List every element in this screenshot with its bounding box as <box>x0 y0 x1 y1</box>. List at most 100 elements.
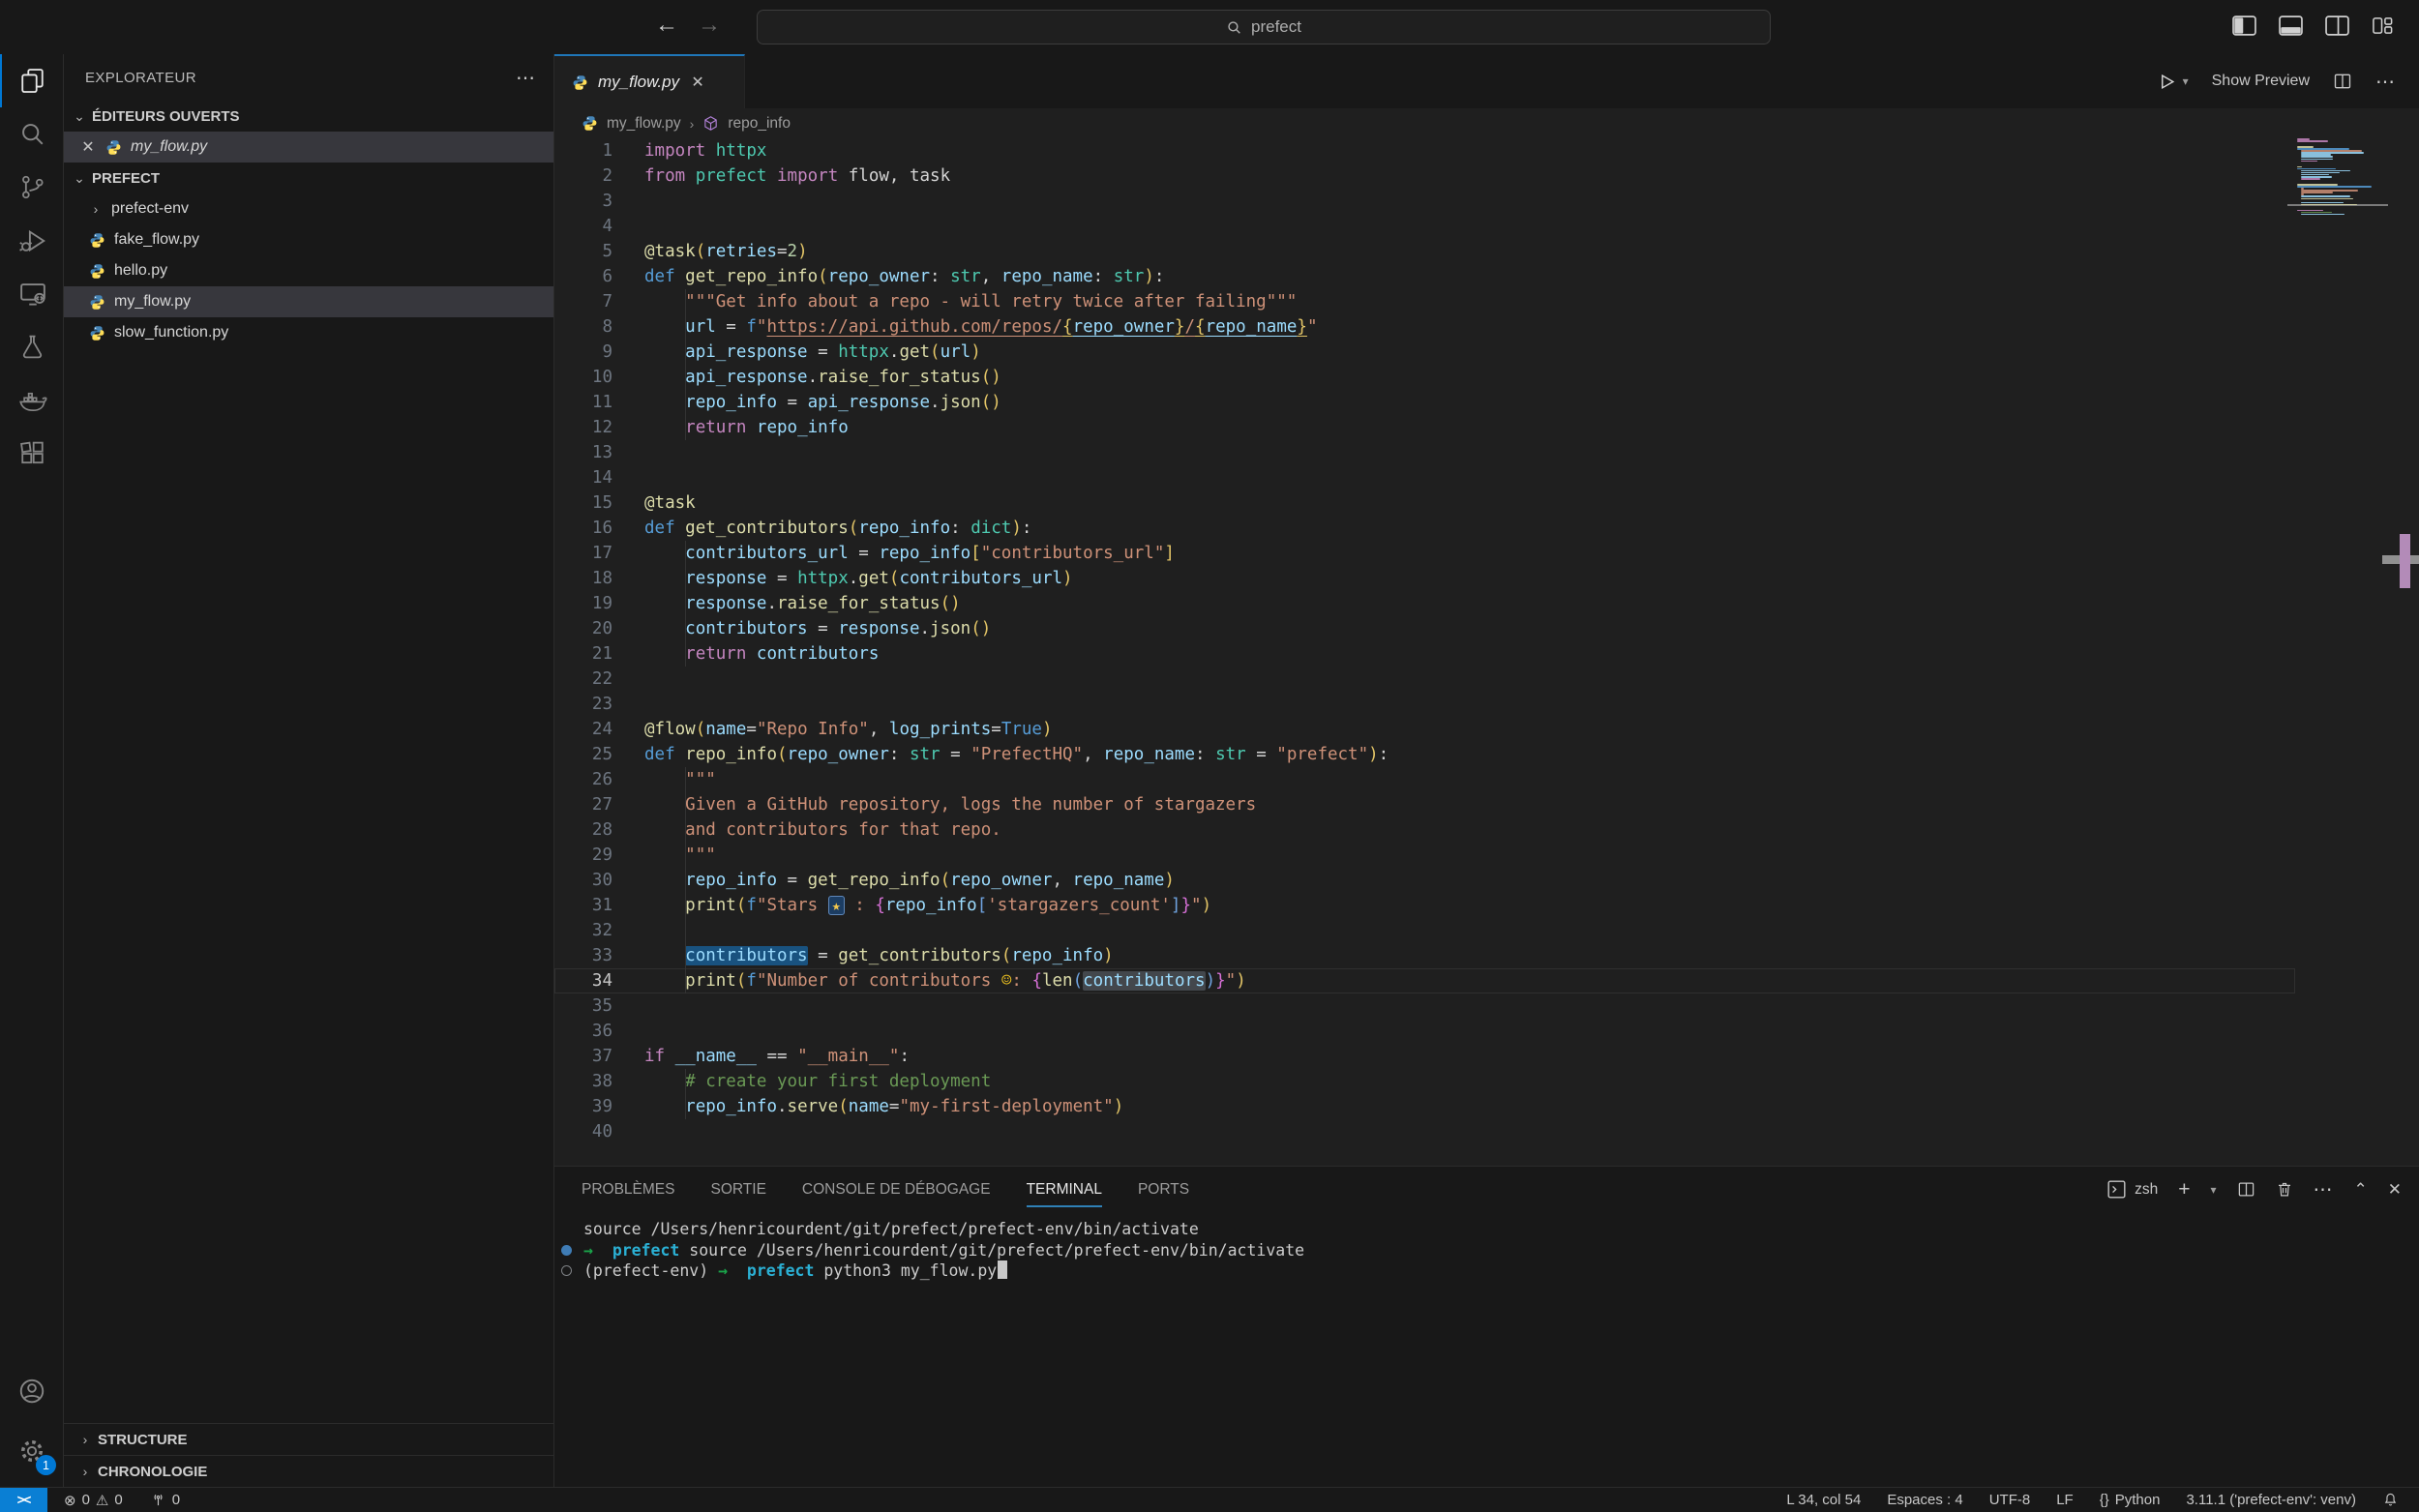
file-row-fake_flow.py[interactable]: fake_flow.py <box>64 224 553 255</box>
split-terminal-icon[interactable] <box>2237 1180 2255 1199</box>
code-line-24[interactable]: 24@flow(name="Repo Info", log_prints=Tru… <box>554 717 2419 742</box>
close-icon[interactable]: ✕ <box>79 137 97 157</box>
editor-more-actions-icon[interactable]: ⋯ <box>2375 70 2396 94</box>
code-line-36[interactable]: 36 <box>554 1019 2419 1044</box>
explorer-more-actions-icon[interactable]: ⋯ <box>516 66 536 90</box>
explorer-icon[interactable] <box>0 54 63 107</box>
breadcrumb[interactable]: my_flow.py › repo_info <box>554 108 2419 138</box>
code-line-14[interactable]: 14 <box>554 465 2419 490</box>
code-line-33[interactable]: 33 contributors = get_contributors(repo_… <box>554 943 2419 968</box>
code-line-35[interactable]: 35 <box>554 993 2419 1019</box>
code-line-28[interactable]: 28 and contributors for that repo. <box>554 817 2419 843</box>
accounts-icon[interactable] <box>0 1361 62 1421</box>
terminal-shell-chip[interactable]: zsh <box>2106 1179 2158 1200</box>
cursor-position[interactable]: L 34, col 54 <box>1779 1488 1867 1512</box>
structure-section[interactable]: › STRUCTURE <box>64 1423 553 1455</box>
timeline-section[interactable]: › CHRONOLOGIE <box>64 1455 553 1487</box>
run-debug-icon[interactable] <box>0 214 63 267</box>
docker-icon[interactable] <box>0 373 63 427</box>
code-line-13[interactable]: 13 <box>554 440 2419 465</box>
source-control-icon[interactable] <box>0 161 63 214</box>
code-line-21[interactable]: 21 return contributors <box>554 641 2419 667</box>
code-line-18[interactable]: 18 response = httpx.get(contributors_url… <box>554 566 2419 591</box>
minimap[interactable] <box>2297 138 2380 1166</box>
code-line-5[interactable]: 5@task(retries=2) <box>554 239 2419 264</box>
toggle-secondary-sidebar-icon[interactable] <box>2325 15 2349 36</box>
code-line-38[interactable]: 38 # create your first deployment <box>554 1069 2419 1094</box>
run-dropdown-chevron-icon[interactable]: ▾ <box>2183 74 2189 88</box>
tab-my_flow[interactable]: my_flow.py ✕ <box>554 54 745 108</box>
new-terminal-icon[interactable]: + <box>2178 1178 2190 1201</box>
remote-explorer-icon[interactable] <box>0 267 63 320</box>
code-line-23[interactable]: 23 <box>554 692 2419 717</box>
code-line-39[interactable]: 39 repo_info.serve(name="my-first-deploy… <box>554 1094 2419 1119</box>
code-line-16[interactable]: 16def get_contributors(repo_info: dict): <box>554 516 2419 541</box>
code-line-7[interactable]: 7 """Get info about a repo - will retry … <box>554 289 2419 314</box>
code-line-9[interactable]: 9 api_response = httpx.get(url) <box>554 340 2419 365</box>
code-line-25[interactable]: 25def repo_info(repo_owner: str = "Prefe… <box>554 742 2419 767</box>
file-row-hello.py[interactable]: hello.py <box>64 255 553 286</box>
problems-status[interactable]: ⊗ 0 ⚠ 0 <box>55 1488 132 1512</box>
code-line-29[interactable]: 29 """ <box>554 843 2419 868</box>
panel-tab-terminal[interactable]: TERMINAL <box>1027 1167 1102 1212</box>
code-line-2[interactable]: 2from prefect import flow, task <box>554 163 2419 189</box>
code-line-22[interactable]: 22 <box>554 667 2419 692</box>
terminal-output[interactable]: source /Users/henricourdent/git/prefect/… <box>554 1219 2419 1487</box>
settings-gear-icon[interactable]: 1 <box>0 1421 62 1481</box>
code-line-6[interactable]: 6def get_repo_info(repo_owner: str, repo… <box>554 264 2419 289</box>
code-area[interactable]: 1import httpx2from prefect import flow, … <box>554 138 2419 1166</box>
code-line-19[interactable]: 19 response.raise_for_status() <box>554 591 2419 616</box>
close-panel-icon[interactable]: ✕ <box>2388 1180 2402 1200</box>
run-python-file-icon[interactable] <box>2158 73 2176 91</box>
terminal-dropdown-chevron-icon[interactable]: ▾ <box>2210 1183 2216 1197</box>
toggle-panel-icon[interactable] <box>2279 15 2303 36</box>
forward-icon[interactable]: → <box>693 12 726 39</box>
code-line-30[interactable]: 30 repo_info = get_repo_info(repo_owner,… <box>554 868 2419 893</box>
code-line-12[interactable]: 12 return repo_info <box>554 415 2419 440</box>
file-row-my_flow.py[interactable]: my_flow.py <box>64 286 553 317</box>
code-line-10[interactable]: 10 api_response.raise_for_status() <box>554 365 2419 390</box>
workspace-root-section[interactable]: ⌄ PREFECT <box>64 163 553 193</box>
code-line-32[interactable]: 32 <box>554 918 2419 943</box>
remote-indicator[interactable]: >< <box>0 1488 47 1512</box>
customize-layout-icon[interactable] <box>2372 15 2394 36</box>
code-line-37[interactable]: 37if __name__ == "__main__": <box>554 1044 2419 1069</box>
kill-terminal-icon[interactable] <box>2276 1180 2293 1199</box>
extensions-icon[interactable] <box>0 427 63 480</box>
code-line-31[interactable]: 31 print(f"Stars ★ : {repo_info['stargaz… <box>554 893 2419 918</box>
code-line-4[interactable]: 4 <box>554 214 2419 239</box>
code-line-15[interactable]: 15@task <box>554 490 2419 516</box>
indentation[interactable]: Espaces : 4 <box>1880 1488 1969 1512</box>
language-mode[interactable]: {} Python <box>2093 1488 2167 1512</box>
search-view-icon[interactable] <box>0 107 63 161</box>
python-interpreter[interactable]: 3.11.1 ('prefect-env': venv) <box>2179 1488 2363 1512</box>
code-line-20[interactable]: 20 contributors = response.json() <box>554 616 2419 641</box>
encoding[interactable]: UTF-8 <box>1983 1488 2038 1512</box>
panel-more-actions-icon[interactable]: ⋯ <box>2314 1177 2334 1201</box>
code-line-8[interactable]: 8 url = f"https://api.github.com/repos/{… <box>554 314 2419 340</box>
ports-status[interactable]: 0 <box>141 1488 189 1512</box>
open-editor-my_flow[interactable]: ✕ my_flow.py <box>64 132 553 163</box>
code-line-3[interactable]: 3 <box>554 189 2419 214</box>
maximize-panel-icon[interactable]: ⌃ <box>2354 1180 2368 1200</box>
file-row-slow_function.py[interactable]: slow_function.py <box>64 317 553 348</box>
file-row-prefect-env[interactable]: ›prefect-env <box>64 193 553 224</box>
code-line-1[interactable]: 1import httpx <box>554 138 2419 163</box>
code-line-26[interactable]: 26 """ <box>554 767 2419 792</box>
panel-tab-problèmes[interactable]: PROBLÈMES <box>582 1167 674 1212</box>
code-line-34[interactable]: 34 print(f"Number of contributors ☺: {le… <box>554 968 2419 993</box>
panel-tab-console-de-débogage[interactable]: CONSOLE DE DÉBOGAGE <box>802 1167 991 1212</box>
notifications-bell-icon[interactable] <box>2375 1488 2405 1512</box>
code-line-11[interactable]: 11 repo_info = api_response.json() <box>554 390 2419 415</box>
testing-icon[interactable] <box>0 320 63 373</box>
toggle-sidebar-icon[interactable] <box>2232 15 2256 36</box>
split-editor-icon[interactable] <box>2333 72 2352 91</box>
code-line-27[interactable]: 27 Given a GitHub repository, logs the n… <box>554 792 2419 817</box>
close-tab-icon[interactable]: ✕ <box>689 73 706 92</box>
code-line-17[interactable]: 17 contributors_url = repo_info["contrib… <box>554 541 2419 566</box>
command-center-search[interactable]: prefect <box>757 10 1771 44</box>
panel-tab-sortie[interactable]: SORTIE <box>710 1167 765 1212</box>
open-editors-section[interactable]: ⌄ ÉDITEURS OUVERTS <box>64 101 553 132</box>
eol-sequence[interactable]: LF <box>2049 1488 2080 1512</box>
show-preview-button[interactable]: Show Preview <box>2212 73 2310 90</box>
